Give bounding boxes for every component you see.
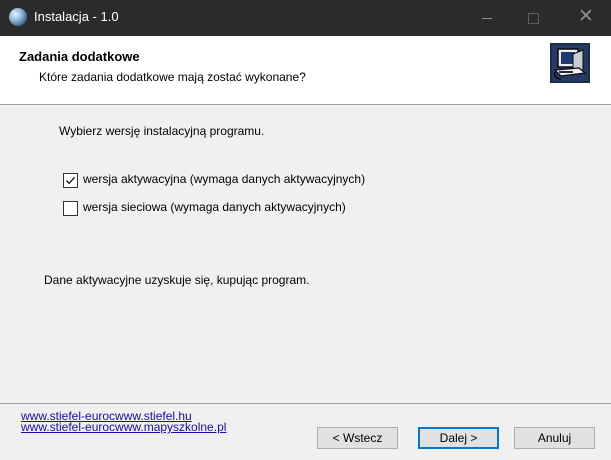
close-icon: ✕ (578, 5, 594, 27)
close-button[interactable]: ✕ (556, 0, 611, 36)
intro-text: Wybierz wersję instalacyjną programu. (59, 124, 265, 138)
next-button[interactable]: Dalej > (418, 427, 499, 449)
page-header: Zadania dodatkowe Które zadania dodatkow… (0, 36, 611, 105)
page-subtitle: Które zadania dodatkowe mają zostać wyko… (39, 70, 306, 84)
network-version-checkbox[interactable] (63, 201, 78, 216)
back-button[interactable]: < Wstecz (317, 427, 398, 449)
maximize-icon (528, 13, 539, 24)
checkmark-icon (65, 176, 76, 185)
cancel-button[interactable]: Anuluj (514, 427, 595, 449)
website-link-pl[interactable]: www.stiefel-eurocwww.mapyszkolne.pl (21, 421, 226, 434)
globe-icon[interactable] (9, 8, 27, 26)
network-version-label[interactable]: wersja sieciowa (wymaga danych aktywacyj… (83, 200, 346, 214)
page-title: Zadania dodatkowe (19, 49, 140, 64)
minimize-button[interactable] (464, 0, 510, 36)
activation-version-checkbox[interactable] (63, 173, 78, 188)
window-title: Instalacja - 1.0 (34, 9, 119, 24)
installer-computer-icon (550, 43, 590, 83)
minimize-icon (482, 18, 492, 19)
maximize-button (510, 0, 556, 36)
footer-divider (0, 403, 611, 404)
activation-version-label[interactable]: wersja aktywacyjna (wymaga danych aktywa… (83, 172, 365, 186)
activation-note: Dane aktywacyjne uzyskuje się, kupując p… (44, 273, 310, 287)
title-bar[interactable]: Instalacja - 1.0 ✕ (0, 0, 611, 36)
